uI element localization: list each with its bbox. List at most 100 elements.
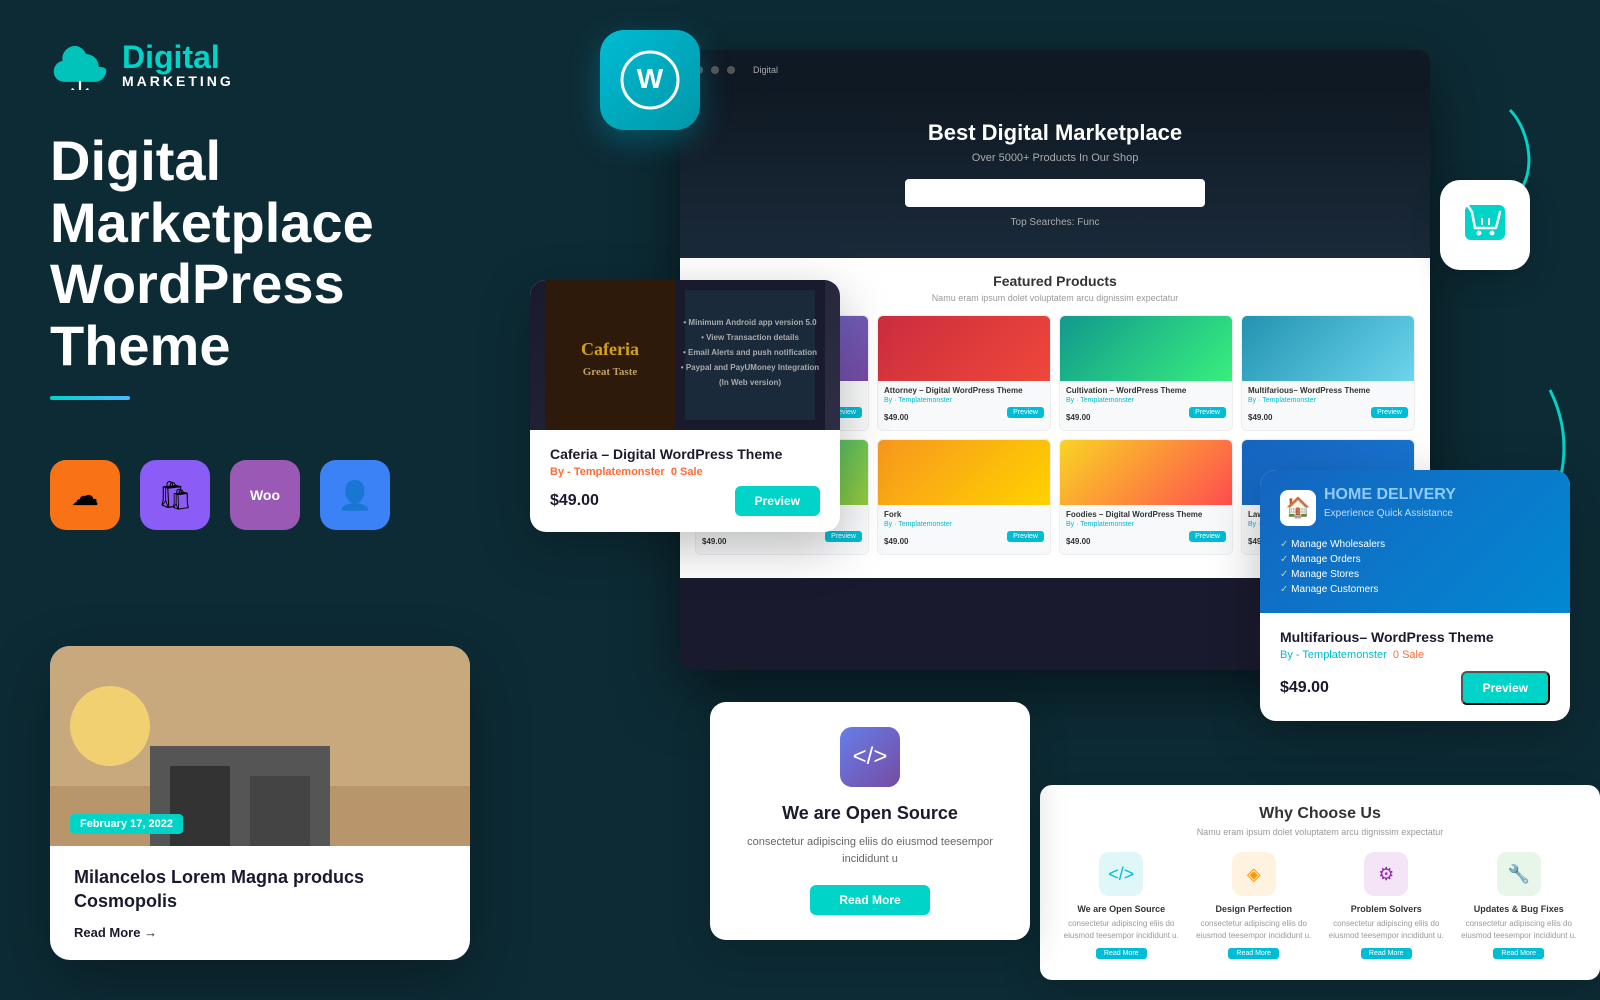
ms-nav-logo: Digital [753,65,778,75]
fpc-caferia-price: $49.00 [550,492,599,510]
why-item-title-2: Design Perfection [1193,904,1316,914]
hd-footer: $49.00 Preview [1280,671,1550,705]
cart-icon-box [1440,180,1530,270]
hd-header: 🏠 HOME DELIVERY Experience Quick Assista… [1260,470,1570,613]
ms-product-3: Cultivation – WordPress Theme By · Templ… [1059,315,1233,431]
why-item-opensource: </> We are Open Source consectetur adipi… [1060,852,1183,960]
logo-text: Digital MARKETING [122,41,234,89]
why-item-title-4: Updates & Bug Fixes [1458,904,1581,914]
ms-product-2: Attorney – Digital WordPress Theme By · … [877,315,1051,431]
title-underline [50,396,130,400]
hd-feature-4: Manage Customers [1280,582,1550,597]
why-choose-us-section: Why Choose Us Namu eram ipsum dolet volu… [1040,785,1600,980]
user-badge: 👤 [320,460,390,530]
ms-search-bar [905,179,1205,207]
ms-product-img-2 [878,316,1050,381]
code-icon: </> [853,743,888,771]
shopping-icon: 🛍 [157,479,193,512]
left-panel: Digital MARKETING Digital Marketplace Wo… [0,0,560,1000]
brand-name: Digital [122,41,234,73]
hd-logo-icon: 🏠 [1280,490,1316,526]
why-item-text-2: consectetur adipiscing eliis do eiusmod … [1193,918,1316,942]
hd-feature-3: Manage Stores [1280,567,1550,582]
ms-product-info-7: Foodies – Digital WordPress Theme By · T… [1060,505,1232,554]
why-item-title-1: We are Open Source [1060,904,1183,914]
why-icon-updates: 🔧 [1497,852,1541,896]
ms-hero: Best Digital Marketplace Over 5000+ Prod… [680,90,1430,258]
ms-product-6: Fork By · Templatemonster $49.00Preview [877,439,1051,555]
svg-text:• Paypal and PayUMoney Integra: • Paypal and PayUMoney Integration [681,363,820,372]
hero-title: Digital Marketplace WordPress Theme [50,130,510,376]
blog-date-badge: February 17, 2022 [70,814,183,834]
oss-read-more-button[interactable]: Read More [810,885,930,915]
right-content: W Digital Best Digital Marke [500,0,1600,1000]
why-read-more-2[interactable]: Read More [1228,948,1279,959]
ms-product-info-6: Fork By · Templatemonster $49.00Preview [878,505,1050,554]
blog-card-body: Milancelos Lorem Magna producs Cosmopoli… [50,846,470,960]
fpc-caferia-by: By - Templatemonster 0 Sale [550,466,820,478]
oss-title: We are Open Source [735,803,1005,824]
woo-label: Woo [250,487,280,503]
why-item-design: ◈ Design Perfection consectetur adipisci… [1193,852,1316,960]
ms-header: Digital [680,50,1430,90]
ms-product-img-6 [878,440,1050,505]
shopping-badge: 🛍 [140,460,210,530]
svg-text:Great Taste: Great Taste [583,366,638,378]
fpc-caferia-image: Caferia Great Taste • Minimum Android ap… [530,280,840,430]
hd-feature-2: Manage Orders [1280,552,1550,567]
blog-read-more[interactable]: Read More → [74,925,446,940]
blog-card-image: February 17, 2022 [50,646,470,846]
why-icon-opensource: </> [1099,852,1143,896]
ms-product-img-3 [1060,316,1232,381]
why-read-more-4[interactable]: Read More [1493,948,1544,959]
blog-card: February 17, 2022 Milancelos Lorem Magna… [50,646,470,960]
logo-cloud-icon [50,40,110,90]
fpc-caferia-preview-button[interactable]: Preview [735,486,820,516]
oss-icon: </> [840,727,900,787]
logo-area: Digital MARKETING [50,40,510,90]
hd-card-title: Multifarious– WordPress Theme [1280,629,1550,645]
oss-text: consectetur adipiscing eliis do eiusmod … [735,834,1005,869]
hd-price: $49.00 [1280,679,1329,697]
ms-hero-title: Best Digital Marketplace [700,120,1410,146]
why-item-text-3: consectetur adipiscing eliis do eiusmod … [1325,918,1448,942]
nav-dot-3 [727,66,735,74]
ms-product-info-2: Attorney – Digital WordPress Theme By · … [878,381,1050,430]
why-item-title-3: Problem Solvers [1325,904,1448,914]
fpc-caferia-footer: $49.00 Preview [550,486,820,516]
blog-title: Milancelos Lorem Magna producs Cosmopoli… [74,866,446,913]
hd-preview-button[interactable]: Preview [1461,671,1550,705]
ms-product-img-7 [1060,440,1232,505]
svg-text:(In Web version): (In Web version) [719,378,781,387]
ms-product-4: Multifarious– WordPress Theme By · Templ… [1241,315,1415,431]
why-item-text-4: consectetur adipiscing eliis do eiusmod … [1458,918,1581,942]
floating-card-caferia: Caferia Great Taste • Minimum Android ap… [530,280,840,532]
why-grid: </> We are Open Source consectetur adipi… [1060,852,1580,960]
hd-feature-1: Manage Wholesalers [1280,537,1550,552]
svg-text:Caferia: Caferia [581,339,639,359]
woo-badge: Woo [230,460,300,530]
svg-text:• View Transaction details: • View Transaction details [701,333,799,342]
hd-features-list: Manage Wholesalers Manage Orders Manage … [1280,537,1550,597]
why-read-more-3[interactable]: Read More [1361,948,1412,959]
cloud-icon: ☁ [71,479,99,512]
wordpress-icon: W [600,30,700,130]
hd-body: Multifarious– WordPress Theme By - Templ… [1260,613,1570,721]
home-delivery-card: 🏠 HOME DELIVERY Experience Quick Assista… [1260,470,1570,721]
fpc-caferia-body: Caferia – Digital WordPress Theme By - T… [530,430,840,532]
brand-tagline: MARKETING [122,73,234,89]
ms-product-info-4: Multifarious– WordPress Theme By · Templ… [1242,381,1414,430]
svg-text:W: W [637,63,664,94]
why-item-text-1: consectetur adipiscing eliis do eiusmod … [1060,918,1183,942]
ms-product-7: Foodies – Digital WordPress Theme By · T… [1059,439,1233,555]
open-source-section: </> We are Open Source consectetur adipi… [710,702,1030,940]
svg-text:• Minimum Android app version: • Minimum Android app version 5.0 [683,318,817,327]
hd-by: By - Templatemonster 0 Sale [1280,649,1550,661]
why-title: Why Choose Us [1060,805,1580,823]
cloud-badge: ☁ [50,460,120,530]
why-item-problem: ⚙ Problem Solvers consectetur adipiscing… [1325,852,1448,960]
why-read-more-1[interactable]: Read More [1096,948,1147,959]
ms-product-img-4 [1242,316,1414,381]
ms-hero-sub: Over 5000+ Products In Our Shop [700,152,1410,164]
why-icon-design: ◈ [1232,852,1276,896]
